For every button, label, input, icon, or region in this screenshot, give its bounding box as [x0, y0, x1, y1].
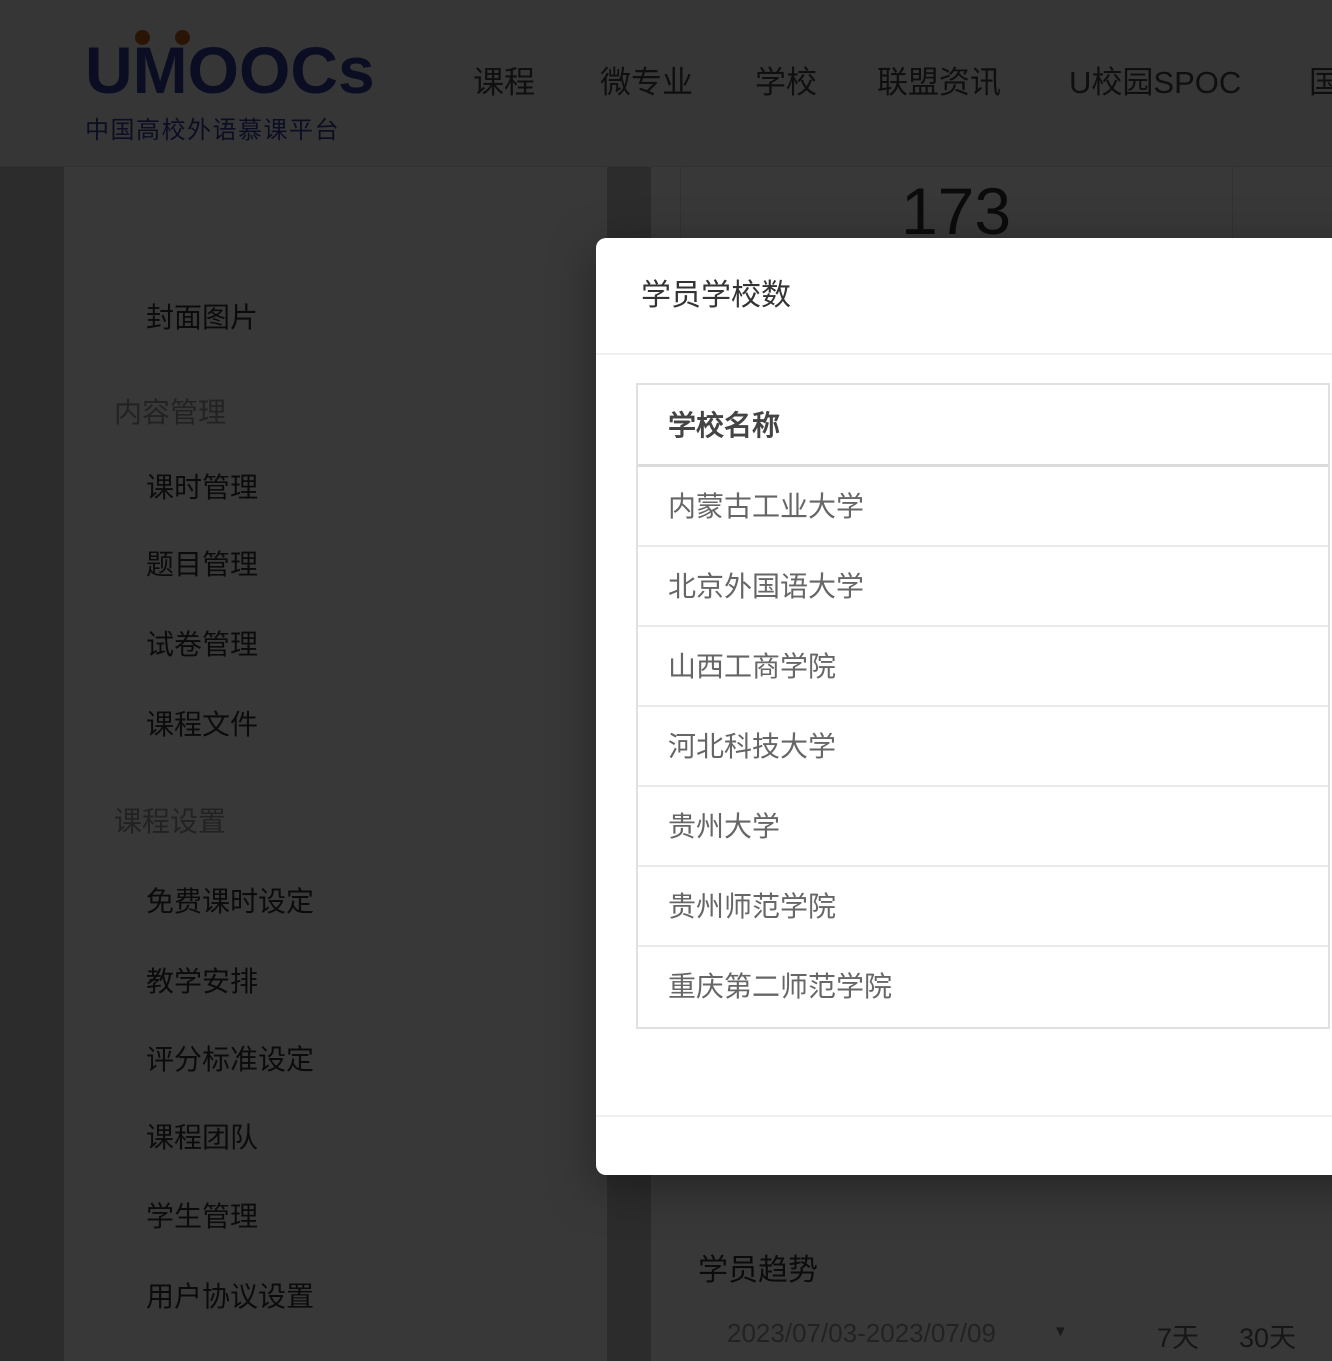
table-row[interactable]: 重庆第二师范学院	[638, 947, 1328, 1027]
table-row[interactable]: 内蒙古工业大学	[638, 467, 1328, 547]
school-table-header: 学校名称	[638, 385, 1328, 467]
student-schools-modal: 学员学校数 学校名称 内蒙古工业大学 北京外国语大学 山西工商学院 河北科技大学…	[596, 238, 1332, 1175]
table-row[interactable]: 贵州师范学院	[638, 867, 1328, 947]
table-row[interactable]: 河北科技大学	[638, 707, 1328, 787]
table-row[interactable]: 北京外国语大学	[638, 547, 1328, 627]
modal-title: 学员学校数	[641, 279, 791, 312]
modal-header-divider	[596, 353, 1332, 355]
table-row[interactable]: 贵州大学	[638, 787, 1328, 867]
table-row[interactable]: 山西工商学院	[638, 627, 1328, 707]
modal-footer-divider	[596, 1115, 1332, 1117]
school-table: 学校名称 内蒙古工业大学 北京外国语大学 山西工商学院 河北科技大学 贵州大学 …	[636, 383, 1330, 1029]
